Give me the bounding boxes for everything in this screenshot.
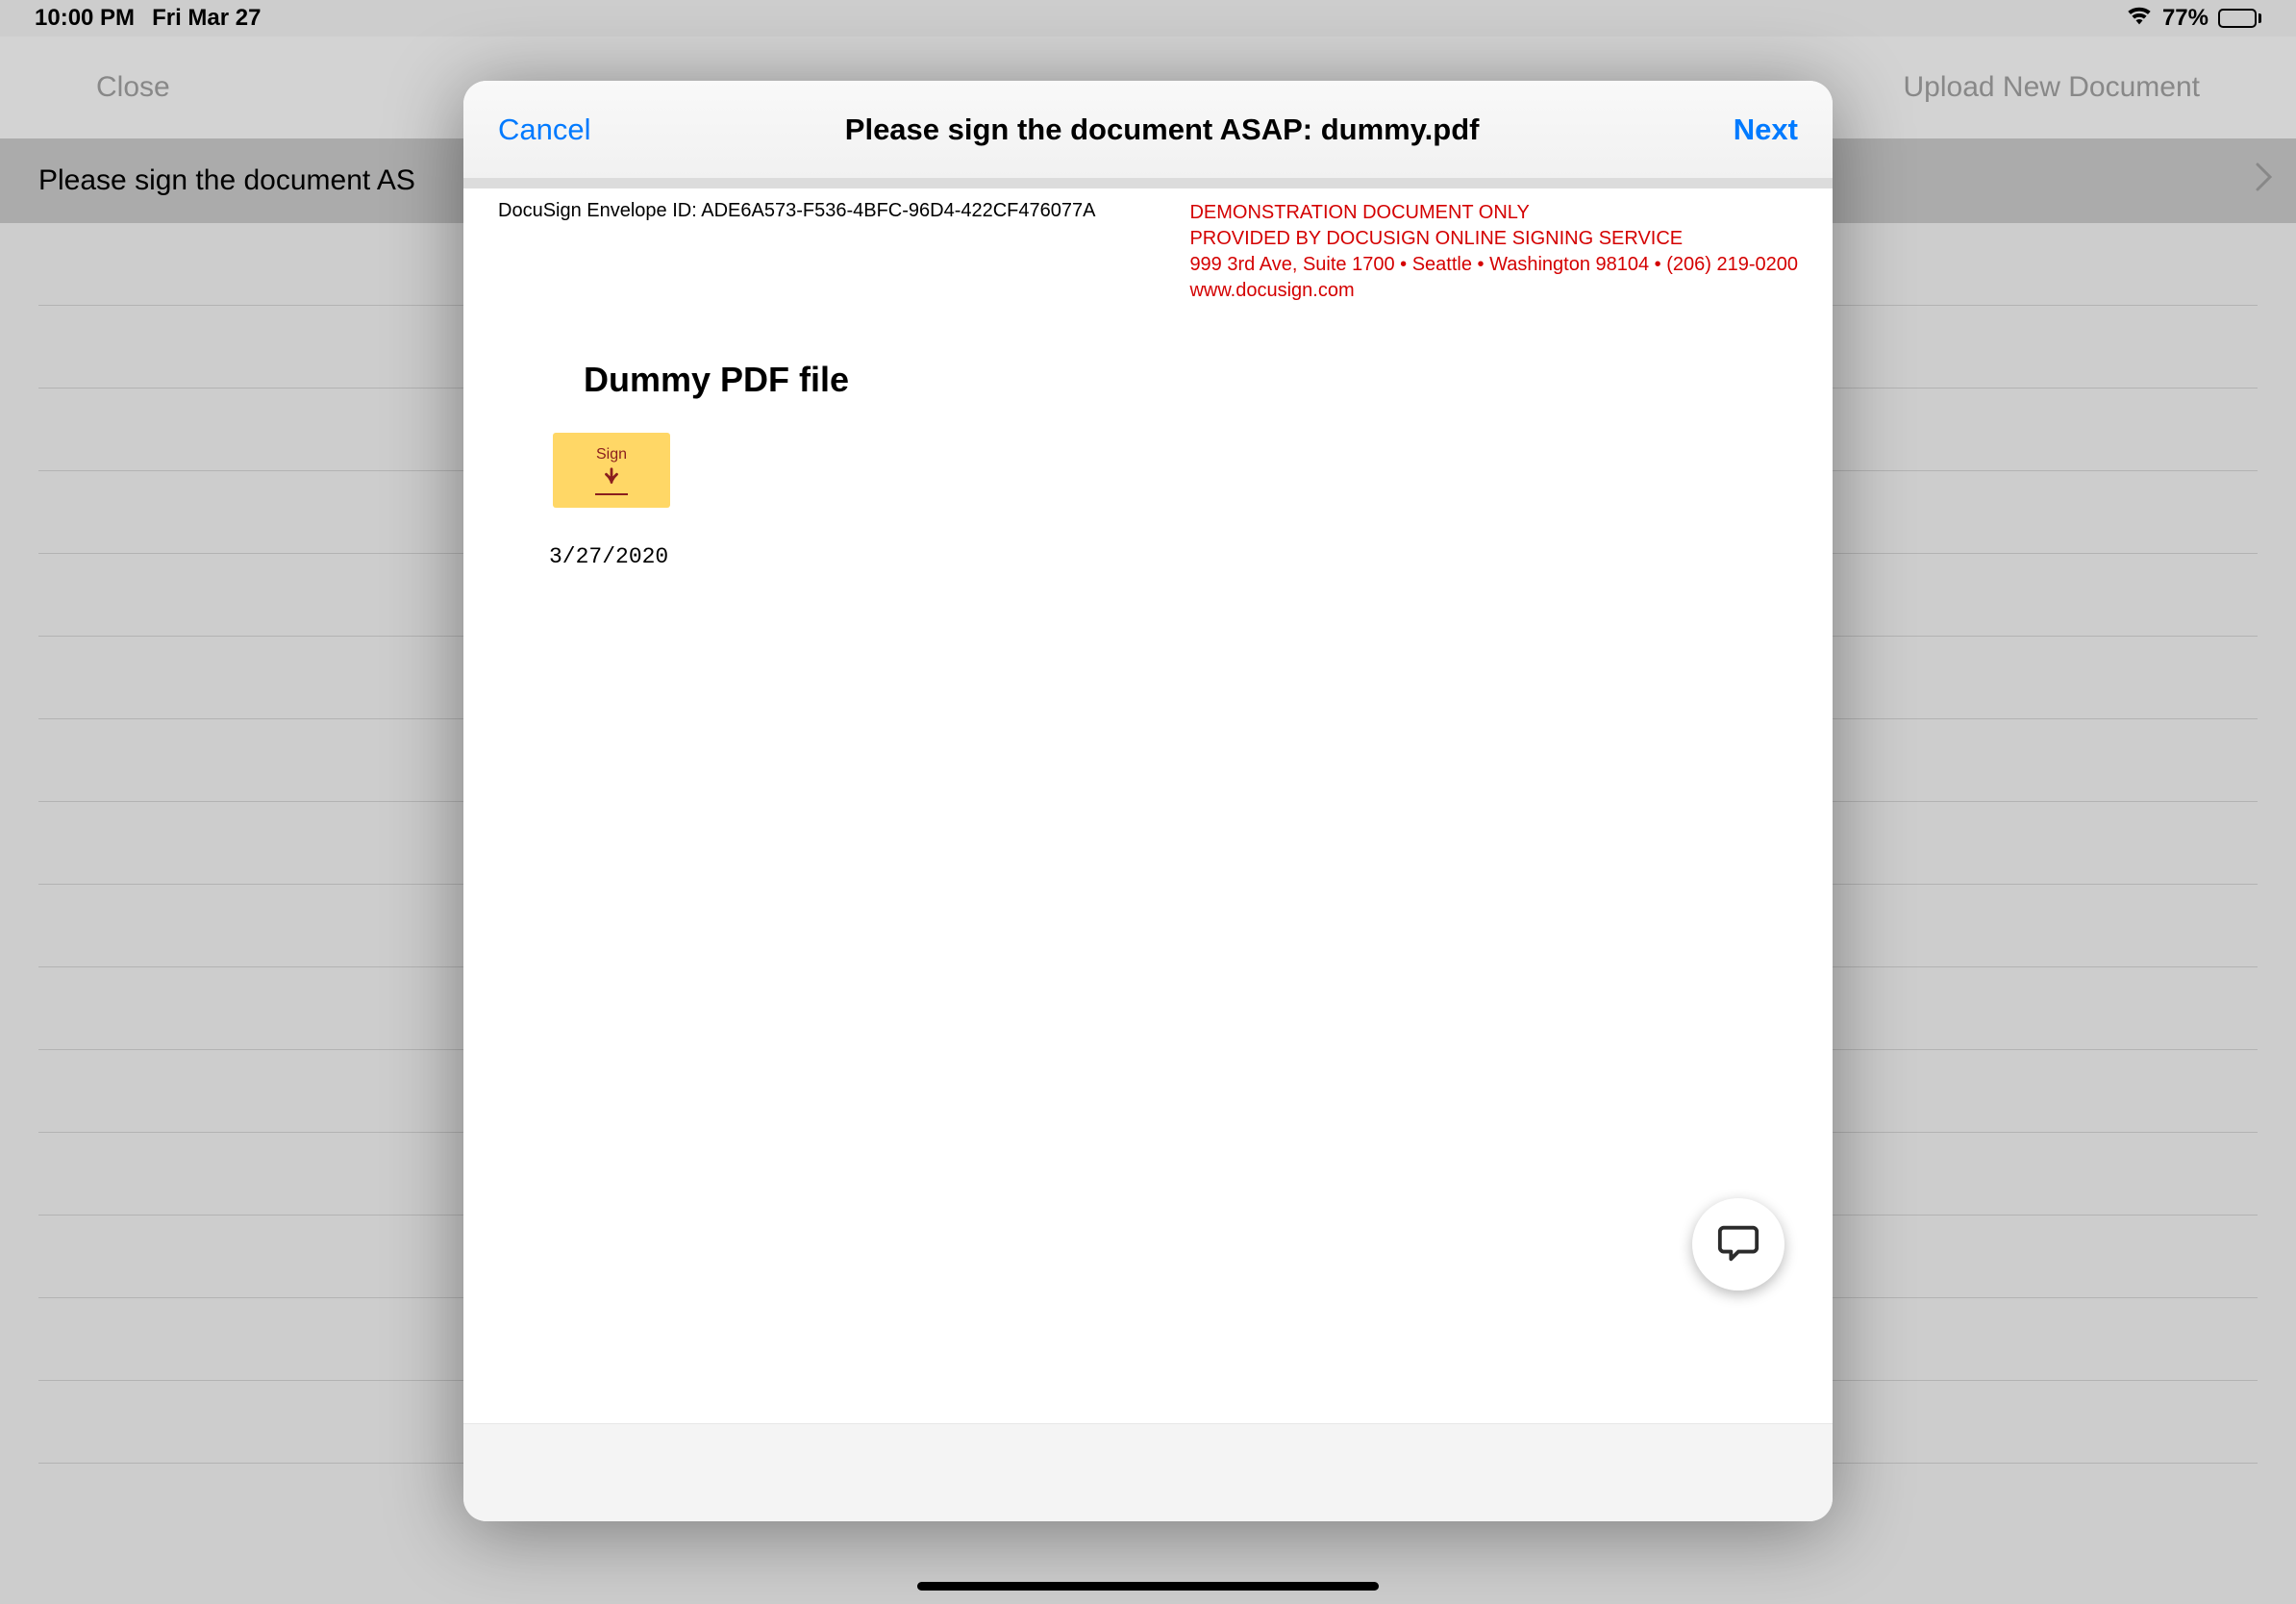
status-date: Fri Mar 27 xyxy=(152,5,261,32)
demo-line: PROVIDED BY DOCUSIGN ONLINE SIGNING SERV… xyxy=(1189,226,1798,252)
arrow-down-icon xyxy=(601,466,622,492)
sign-label: Sign xyxy=(596,446,627,464)
next-button[interactable]: Next xyxy=(1734,113,1798,147)
sign-underline xyxy=(595,493,628,495)
document-date: 3/27/2020 xyxy=(549,544,1798,569)
wifi-icon xyxy=(2126,5,2153,33)
document-title: Dummy PDF file xyxy=(584,360,1798,400)
status-left: 10:00 PM Fri Mar 27 xyxy=(35,5,261,32)
status-right: 77% xyxy=(2126,5,2261,33)
comment-button[interactable] xyxy=(1692,1198,1784,1291)
envelope-id: DocuSign Envelope ID: ADE6A573-F536-4BFC… xyxy=(498,200,1095,222)
upload-button[interactable]: Upload New Document xyxy=(1904,71,2200,104)
chevron-right-icon xyxy=(2256,163,2273,199)
signing-modal: Cancel Please sign the document ASAP: du… xyxy=(463,81,1833,1521)
status-time: 10:00 PM xyxy=(35,5,135,32)
status-bar: 10:00 PM Fri Mar 27 77% xyxy=(0,0,2296,37)
demo-line: 999 3rd Ave, Suite 1700 • Seattle • Wash… xyxy=(1189,252,1798,278)
modal-nav: Cancel Please sign the document ASAP: du… xyxy=(463,81,1833,179)
comment-icon xyxy=(1716,1220,1760,1269)
document-body: Dummy PDF file Sign 3/27/2020 xyxy=(498,360,1798,569)
document-area[interactable]: DocuSign Envelope ID: ADE6A573-F536-4BFC… xyxy=(463,188,1833,1423)
home-indicator[interactable] xyxy=(917,1582,1379,1591)
demo-line: www.docusign.com xyxy=(1189,278,1798,304)
cancel-button[interactable]: Cancel xyxy=(498,113,591,147)
demo-line: DEMONSTRATION DOCUMENT ONLY xyxy=(1189,200,1798,226)
modal-bottom-bar xyxy=(463,1423,1833,1521)
battery-icon xyxy=(2218,9,2261,28)
battery-percent: 77% xyxy=(2162,5,2209,32)
modal-title: Please sign the document ASAP: dummy.pdf xyxy=(845,113,1480,147)
list-header-text: Please sign the document AS xyxy=(38,164,415,197)
sign-here-tag[interactable]: Sign xyxy=(553,433,670,508)
modal-divider xyxy=(463,179,1833,188)
close-button[interactable]: Close xyxy=(96,71,170,104)
document-header-row: DocuSign Envelope ID: ADE6A573-F536-4BFC… xyxy=(498,200,1798,304)
demo-watermark: DEMONSTRATION DOCUMENT ONLY PROVIDED BY … xyxy=(1189,200,1798,304)
